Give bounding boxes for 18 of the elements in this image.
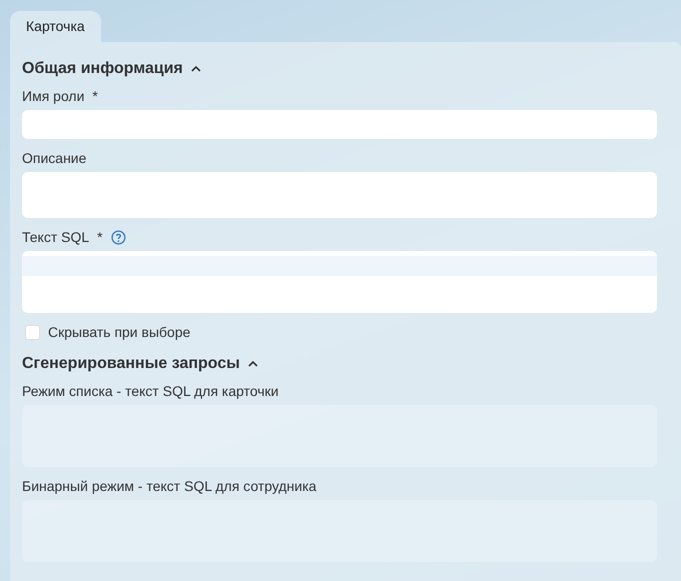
tab[interactable]: Карточка <box>10 11 101 42</box>
section-title: Общая информация <box>22 60 183 78</box>
text-area[interactable] <box>22 172 657 218</box>
code-editor[interactable] <box>22 251 657 313</box>
checkbox-label: Скрывать при выборе <box>48 324 190 340</box>
collapse-chevron-icon[interactable] <box>248 361 258 367</box>
required-mark: * <box>92 88 98 104</box>
checkbox[interactable] <box>25 324 40 340</box>
collapse-chevron-icon[interactable] <box>190 66 201 72</box>
section-title: Сгенерированные запросы <box>22 355 240 373</box>
help-icon[interactable] <box>110 230 126 244</box>
field-label: Описание <box>22 150 86 166</box>
field-label: Бинарный режим - текст SQL для сотрудника <box>22 478 316 494</box>
field-label: Имя роли <box>22 88 84 104</box>
input-field[interactable] <box>22 110 657 139</box>
field-label: Режим списка - текст SQL для карточки <box>22 383 279 399</box>
field-label: Текст SQL <box>22 229 90 245</box>
required-mark: * <box>97 229 103 245</box>
